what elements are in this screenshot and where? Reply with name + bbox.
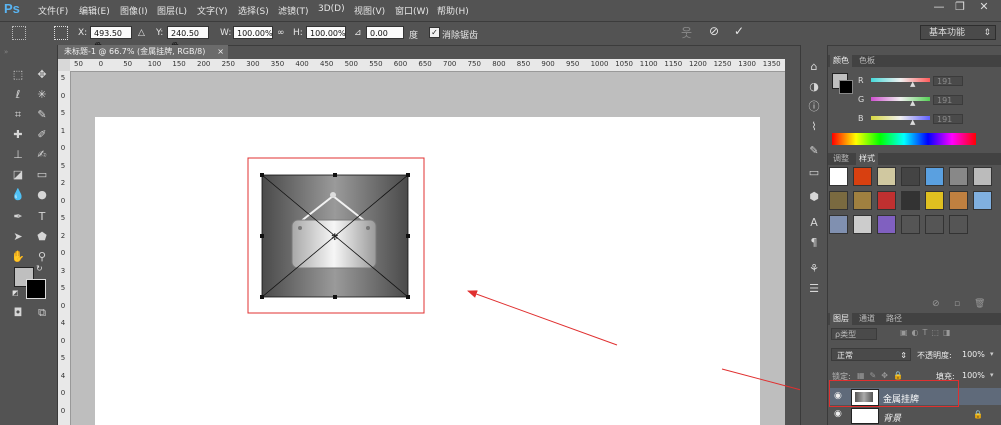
style-swatch[interactable] — [949, 191, 968, 210]
style-swatch[interactable] — [973, 167, 992, 186]
style-swatch[interactable] — [877, 215, 896, 234]
navigator-panel-icon[interactable]: ◑ — [806, 79, 822, 95]
chevron-updown-icon: ⇕ — [900, 351, 907, 360]
style-swatch[interactable] — [925, 215, 944, 234]
style-swatch[interactable] — [853, 191, 872, 210]
annotation-arrow-canvas — [467, 290, 618, 346]
tool-presets-icon[interactable]: ✎ — [806, 143, 822, 159]
style-swatch[interactable] — [853, 215, 872, 234]
style-swatch[interactable] — [829, 215, 848, 234]
tab-styles[interactable]: 样式 — [856, 153, 878, 165]
layer-row[interactable]: ◉ 背景 🔒 — [829, 406, 1001, 424]
r-slider[interactable] — [871, 78, 930, 82]
blend-mode-select[interactable]: 正常 ⇕ — [831, 348, 911, 361]
color-spectrum-bar[interactable] — [832, 133, 976, 145]
right-panel-dock — [828, 55, 1001, 425]
b-slider-handle[interactable]: ▲ — [910, 118, 915, 126]
tab-layers[interactable]: 图层 — [830, 313, 852, 325]
tab-swatches[interactable]: 色板 — [856, 55, 878, 67]
new-style-icon[interactable]: ▫ — [954, 299, 960, 309]
color-panel-tabs: 颜色 色板 — [828, 55, 1001, 67]
brush-presets-icon[interactable]: ⌇ — [806, 119, 822, 135]
lock-icon[interactable]: 🔒 — [973, 410, 983, 419]
lock-icons[interactable]: ▦✎✥🔒 — [857, 371, 908, 380]
info-panel-icon[interactable]: ⓘ — [806, 99, 822, 115]
tab-paths[interactable]: 路径 — [883, 313, 905, 325]
style-swatch[interactable] — [901, 191, 920, 210]
g-value-input[interactable]: 191 — [933, 95, 963, 105]
reference-point-marker[interactable]: ✻ — [331, 233, 339, 243]
delete-style-icon[interactable]: 🗑 — [974, 299, 985, 309]
b-value-input[interactable]: 191 — [933, 114, 963, 124]
layer-filter-icons[interactable]: ▣◐T⬚◨ — [900, 328, 955, 337]
layer-filter-label: ρ类型 — [835, 330, 857, 339]
tab-channels[interactable]: 通道 — [856, 313, 878, 325]
style-swatch[interactable] — [829, 191, 848, 210]
style-swatch[interactable] — [949, 167, 968, 186]
tab-adjustments[interactable]: 调整 — [830, 153, 852, 165]
opacity-dropdown-icon[interactable]: ▾ — [990, 350, 994, 358]
3d-panel-icon[interactable]: ⬢ — [806, 189, 822, 205]
paragraph-panel-icon[interactable]: ¶ — [806, 235, 822, 251]
style-swatch[interactable] — [853, 167, 872, 186]
layer-name[interactable]: 背景 — [883, 411, 901, 424]
opacity-label: 不透明度: — [917, 351, 952, 360]
style-swatch[interactable] — [877, 167, 896, 186]
style-swatch[interactable] — [925, 167, 944, 186]
layer-thumbnail — [851, 408, 879, 424]
style-swatch[interactable] — [949, 215, 968, 234]
g-slider[interactable] — [871, 97, 930, 101]
r-label: R — [858, 76, 864, 85]
character-panel-icon[interactable]: A — [806, 215, 822, 231]
g-label: G — [858, 95, 865, 104]
annotation-highlight-layer — [829, 380, 959, 407]
r-value-input[interactable]: 191 — [933, 76, 963, 86]
fill-dropdown-icon[interactable]: ▾ — [990, 371, 994, 379]
eye-icon[interactable]: ◉ — [834, 409, 842, 419]
actions-panel-icon[interactable]: ▭ — [806, 165, 822, 181]
clone-source-icon[interactable]: ⚘ — [806, 261, 822, 277]
style-swatch[interactable] — [925, 191, 944, 210]
layer-filter-select[interactable]: ρ类型 — [831, 328, 877, 340]
g-slider-handle[interactable]: ▲ — [910, 99, 915, 107]
bg-color-chip[interactable] — [839, 80, 853, 94]
b-label: B — [858, 114, 864, 123]
style-swatch[interactable] — [973, 191, 992, 210]
styles-panel-tabs: 调整 样式 — [828, 153, 1001, 165]
opacity-input[interactable]: 100% — [962, 350, 985, 359]
b-slider[interactable] — [871, 116, 930, 120]
fill-input[interactable]: 100% — [962, 371, 985, 380]
r-slider-handle[interactable]: ▲ — [910, 80, 915, 88]
style-swatch[interactable] — [901, 215, 920, 234]
no-style-icon[interactable]: ⊘ — [932, 299, 940, 309]
panel-icon-strip: ⌂ ◑ ⓘ ⌇ ✎ ▭ ⬢ A ¶ ⚘ ☰ — [800, 45, 828, 425]
tab-color[interactable]: 颜色 — [830, 55, 852, 67]
layers-panel-tabs: 图层 通道 路径 — [828, 313, 1001, 325]
style-swatch[interactable] — [901, 167, 920, 186]
properties-panel-icon[interactable]: ☰ — [806, 281, 822, 297]
style-swatch[interactable] — [829, 167, 848, 186]
history-panel-icon[interactable]: ⌂ — [806, 59, 822, 75]
blend-mode-label: 正常 — [837, 351, 853, 360]
style-swatch[interactable] — [877, 191, 896, 210]
